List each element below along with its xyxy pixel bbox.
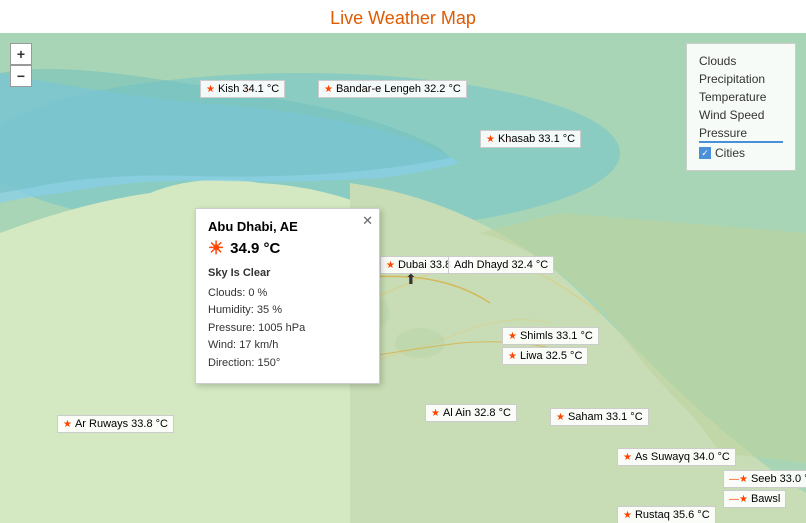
city-temp: 33.1 °C [606, 411, 643, 423]
city-name: Al Ain [443, 407, 471, 419]
city-popup: ✕ Abu Dhabi, AE ☀ 34.9 °C Sky Is Clear C… [195, 208, 380, 384]
city-name: Ar Ruways [75, 418, 128, 430]
city-label-saham[interactable]: ★ Saham 33.1 °C [550, 408, 649, 426]
city-temp: 32.4 °C [511, 259, 548, 271]
zoom-controls: + − [10, 43, 32, 87]
popup-city-name: Abu Dhabi, AE [208, 219, 367, 234]
city-name: Dubai [398, 259, 427, 271]
city-name: As Suwayq [635, 451, 690, 463]
city-temp: 33.0 °C [780, 473, 806, 485]
control-clouds[interactable]: Clouds [699, 52, 783, 70]
city-name: Khasab [498, 133, 535, 145]
city-name: Rustaq [635, 509, 670, 521]
page-title: Live Weather Map [0, 0, 806, 33]
city-name: Bandar-e Lengeh [336, 83, 421, 95]
city-temp: 35.6 °C [673, 509, 710, 521]
city-temp: 32.8 °C [474, 407, 511, 419]
city-name: Adh Dhayd [454, 259, 508, 271]
city-temp: 34.1 °C [242, 83, 279, 95]
city-label-khasab[interactable]: ★ Khasab 33.1 °C [480, 130, 581, 148]
city-temp: 32.5 °C [546, 350, 583, 362]
city-label-liwa[interactable]: ★ Liwa 32.5 °C [502, 347, 588, 365]
city-label-al-ain[interactable]: ★ Al Ain 32.8 °C [425, 404, 517, 422]
city-name: Kish [218, 83, 239, 95]
popup-close-button[interactable]: ✕ [362, 213, 373, 229]
city-label-shimls[interactable]: ★ Shimls 33.1 °C [502, 327, 599, 345]
layer-controls: Clouds Precipitation Temperature Wind Sp… [686, 43, 796, 171]
city-label-bandar[interactable]: ★ Bandar-e Lengeh 32.2 °C [318, 80, 467, 98]
city-temp: 33.1 °C [538, 133, 575, 145]
cities-checkbox[interactable]: ✓ [699, 147, 711, 159]
zoom-out-button[interactable]: − [10, 65, 32, 87]
city-name: Liwa [520, 350, 543, 362]
map-container: + − ★ Kish 34.1 °C ★ Bandar-e Lengeh 32.… [0, 33, 806, 523]
city-temp: 34.0 °C [693, 451, 730, 463]
control-pressure[interactable]: Pressure [699, 124, 783, 143]
popup-temperature: ☀ 34.9 °C [208, 238, 367, 259]
popup-humidity: Humidity: 35 % [208, 302, 367, 320]
city-name: Shimls [520, 330, 553, 342]
city-temp: 33.1 °C [556, 330, 593, 342]
popup-pressure: Pressure: 1005 hPa [208, 320, 367, 338]
weather-icon: ☀ [208, 238, 224, 259]
city-label-bawsl[interactable]: —★ Bawsl [723, 490, 786, 508]
city-name: Bawsl [751, 493, 780, 505]
popup-details: Sky Is Clear Clouds: 0 % Humidity: 35 % … [208, 265, 367, 373]
control-wind-speed[interactable]: Wind Speed [699, 106, 783, 124]
popup-direction: Direction: 150° [208, 355, 367, 373]
city-label-kish[interactable]: ★ Kish 34.1 °C [200, 80, 285, 98]
control-precipitation[interactable]: Precipitation [699, 70, 783, 88]
city-temp: 33.8 °C [131, 418, 168, 430]
control-temperature[interactable]: Temperature [699, 88, 783, 106]
city-label-rustaq[interactable]: ★ Rustaq 35.6 °C [617, 506, 716, 523]
control-cities[interactable]: ✓ Cities [699, 144, 783, 162]
city-label-ar-ruways[interactable]: ★ Ar Ruways 33.8 °C [57, 415, 174, 433]
city-temp: 32.2 °C [424, 83, 461, 95]
popup-wind: Wind: 17 km/h [208, 337, 367, 355]
city-label-seeb[interactable]: —★ Seeb 33.0 °C [723, 470, 806, 488]
city-name: Seeb [751, 473, 777, 485]
city-label-adh-dhayd[interactable]: Adh Dhayd 32.4 °C [448, 256, 554, 274]
cities-label: Cities [715, 146, 745, 160]
city-label-as-suwayq[interactable]: ★ As Suwayq 34.0 °C [617, 448, 736, 466]
popup-sky-condition: Sky Is Clear [208, 265, 367, 283]
zoom-in-button[interactable]: + [10, 43, 32, 65]
popup-clouds: Clouds: 0 % [208, 285, 367, 303]
city-name: Saham [568, 411, 603, 423]
